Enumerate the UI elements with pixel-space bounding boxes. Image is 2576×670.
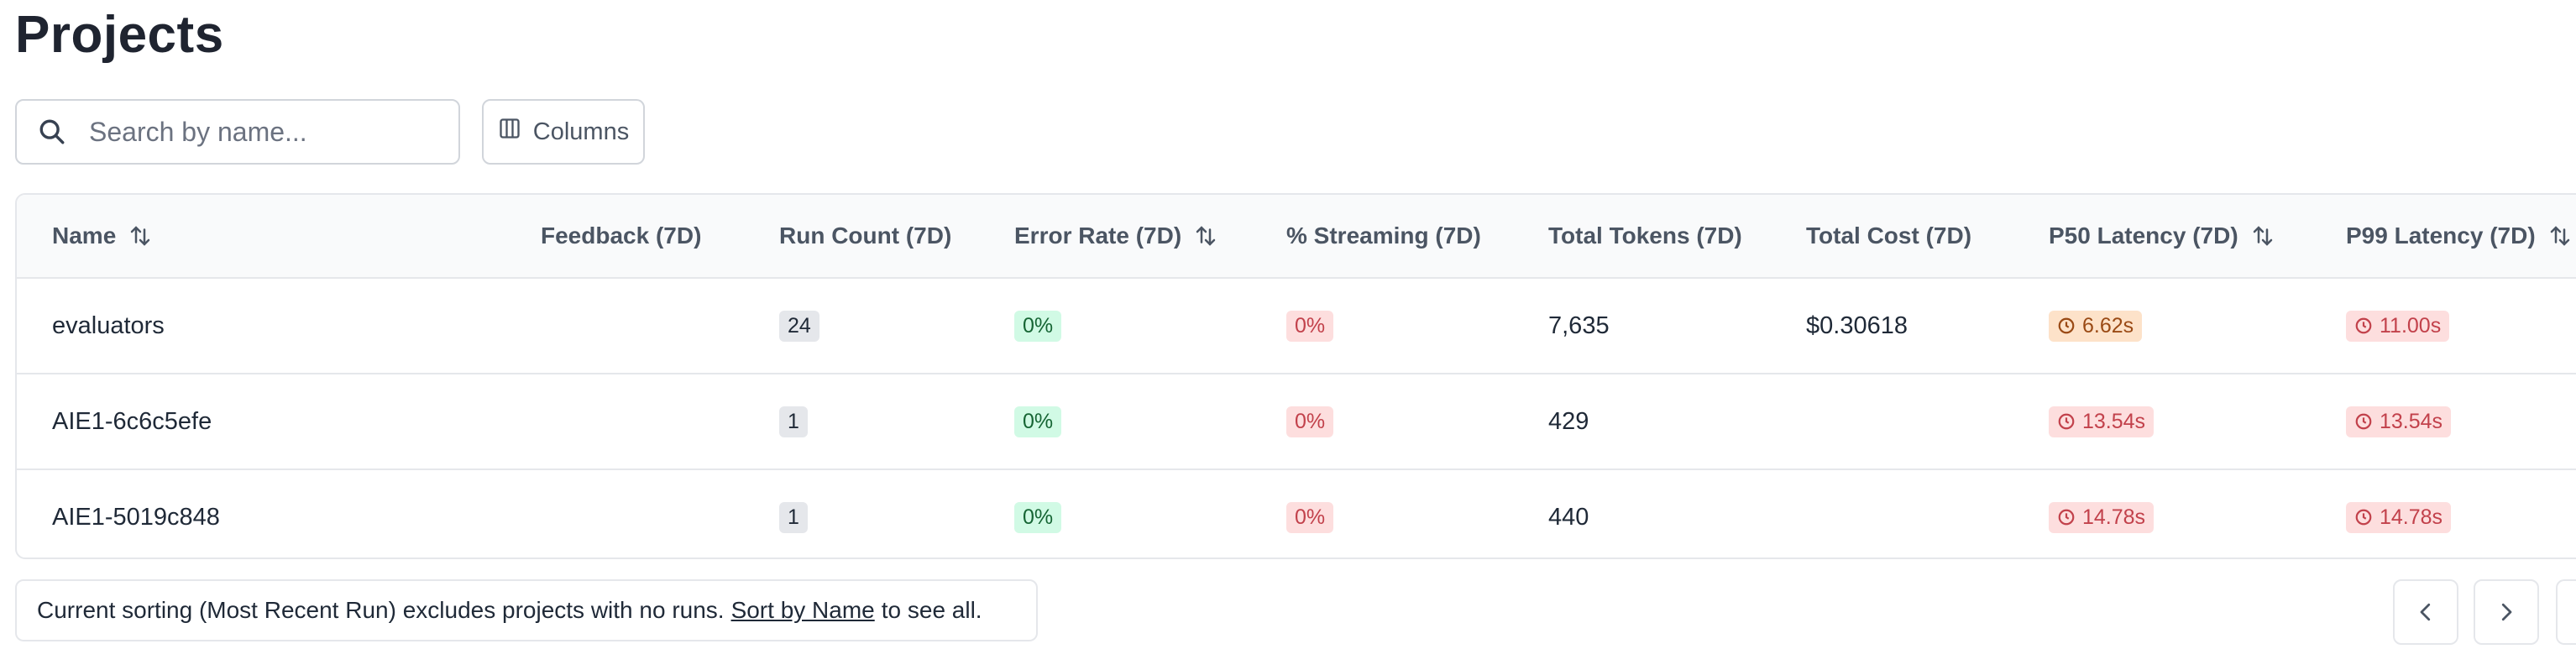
run-count-badge: 1	[779, 406, 808, 437]
p50-latency-badge: 14.78s	[2049, 501, 2155, 533]
column-header-total-tokens[interactable]: Total Tokens (7D)	[1548, 195, 1742, 277]
column-header-label: P50 Latency (7D)	[2049, 222, 2238, 249]
sorting-note-suffix: to see all.	[881, 597, 982, 623]
p99-latency-badge: 13.54s	[2346, 406, 2452, 437]
sort-icon[interactable]	[128, 223, 153, 249]
p50-latency-value: 14.78s	[2082, 505, 2146, 529]
column-header-label: Run Count (7D)	[779, 222, 952, 249]
column-header-name[interactable]: Name	[52, 195, 153, 277]
projects-table: Name Feedback (7D) Run Count (7D) Error …	[15, 193, 2576, 559]
next-page-button[interactable]	[2474, 579, 2539, 645]
clock-icon	[2058, 413, 2075, 430]
clock-icon	[2355, 317, 2372, 334]
column-header-feedback[interactable]: Feedback (7D)	[541, 195, 701, 277]
p99-latency-badge: 11.00s	[2346, 310, 2450, 342]
clock-icon	[2058, 317, 2075, 334]
column-header-error-rate[interactable]: Error Rate (7D)	[1014, 195, 1218, 277]
search-icon	[37, 117, 67, 147]
column-header-streaming[interactable]: % Streaming (7D)	[1286, 195, 1481, 277]
streaming-badge: 0%	[1286, 310, 1334, 342]
page-size-select[interactable]	[2556, 579, 2576, 645]
sort-by-name-link[interactable]: Sort by Name	[731, 597, 875, 624]
error-rate-badge: 0%	[1014, 310, 1062, 342]
search-input[interactable]	[87, 115, 443, 149]
p50-latency-value: 6.62s	[2082, 313, 2134, 338]
clock-icon	[2355, 509, 2372, 526]
clock-icon	[2058, 509, 2075, 526]
table-header: Name Feedback (7D) Run Count (7D) Error …	[17, 195, 2576, 279]
streaming-badge: 0%	[1286, 501, 1334, 533]
column-header-label: Name	[52, 222, 117, 249]
page-title: Projects	[15, 6, 224, 64]
columns-label: Columns	[532, 118, 630, 145]
chevron-left-icon	[2420, 603, 2431, 621]
column-header-label: P99 Latency (7D)	[2346, 222, 2536, 249]
total-tokens: 7,635	[1548, 311, 1610, 339]
columns-button[interactable]: Columns	[482, 99, 645, 165]
sort-icon[interactable]	[2250, 223, 2275, 249]
run-count-badge: 1	[779, 501, 808, 533]
p99-latency-badge: 14.78s	[2346, 501, 2452, 533]
total-cost: $0.30618	[1806, 311, 1908, 339]
error-rate-badge: 0%	[1014, 501, 1062, 533]
sorting-note-text: Current sorting (Most Recent Run) exclud…	[37, 597, 725, 623]
column-header-label: Feedback (7D)	[541, 222, 702, 249]
project-name[interactable]: AIE1-6c6c5efe	[52, 408, 212, 436]
streaming-badge: 0%	[1286, 406, 1334, 437]
p50-latency-badge: 13.54s	[2049, 406, 2155, 437]
search-box[interactable]	[15, 99, 460, 165]
error-rate-badge: 0%	[1014, 406, 1062, 437]
column-header-label: Total Cost (7D)	[1806, 222, 1972, 249]
previous-page-button[interactable]	[2393, 579, 2458, 645]
p99-latency-value: 14.78s	[2380, 505, 2443, 529]
chevron-right-icon	[2501, 603, 2512, 621]
p99-latency-value: 11.00s	[2380, 313, 2442, 338]
table-row[interactable]: evaluators 24 0% 0% 7,635 $0.30618 6.62s…	[17, 279, 2576, 374]
sorting-note: Current sorting (Most Recent Run) exclud…	[15, 579, 1038, 641]
sort-icon[interactable]	[2547, 223, 2573, 249]
column-header-run-count[interactable]: Run Count (7D)	[779, 195, 951, 277]
column-header-p50-latency[interactable]: P50 Latency (7D)	[2049, 195, 2275, 277]
p50-latency-value: 13.54s	[2082, 409, 2146, 433]
run-count-badge: 24	[779, 310, 819, 342]
sort-icon[interactable]	[1193, 223, 1218, 249]
total-tokens: 440	[1548, 503, 1589, 531]
table-row[interactable]: AIE1-5019c848 1 0% 0% 440 14.78s 14.78s	[17, 470, 2576, 557]
p50-latency-badge: 6.62s	[2049, 310, 2143, 342]
columns-icon	[498, 117, 521, 147]
column-header-p99-latency[interactable]: P99 Latency (7D)	[2346, 195, 2573, 277]
project-name[interactable]: evaluators	[52, 312, 165, 340]
column-header-label: Error Rate (7D)	[1014, 222, 1182, 249]
p99-latency-value: 13.54s	[2380, 409, 2443, 433]
column-header-label: % Streaming (7D)	[1286, 222, 1481, 249]
column-header-total-cost[interactable]: Total Cost (7D)	[1806, 195, 1971, 277]
clock-icon	[2355, 413, 2372, 430]
project-name[interactable]: AIE1-5019c848	[52, 504, 220, 531]
column-header-label: Total Tokens (7D)	[1548, 222, 1742, 249]
total-tokens: 429	[1548, 407, 1589, 435]
table-row[interactable]: AIE1-6c6c5efe 1 0% 0% 429 13.54s 13.54s	[17, 374, 2576, 470]
